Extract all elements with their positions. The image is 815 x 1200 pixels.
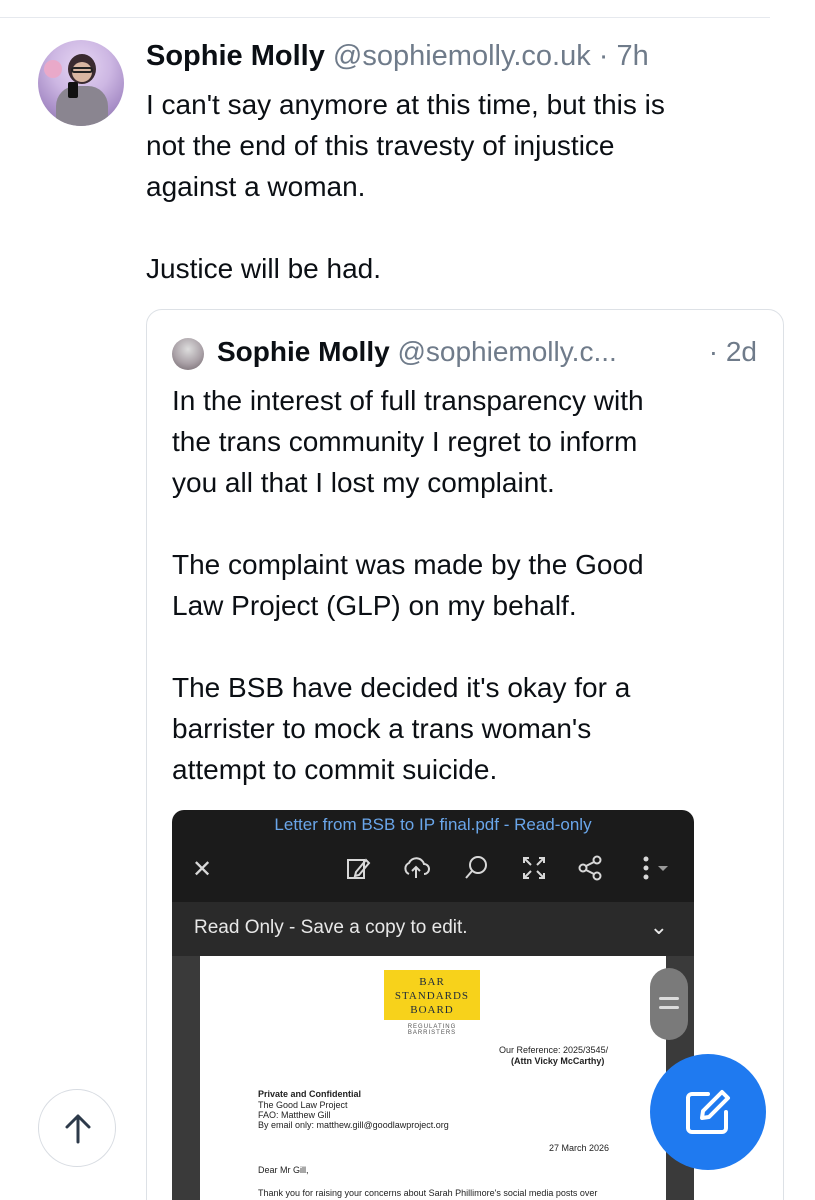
- arrow-up-icon: [65, 1114, 91, 1144]
- separator-dot: ·: [598, 40, 609, 72]
- pen-edit-icon: [342, 854, 374, 886]
- post-text-line: against a woman.: [146, 171, 366, 202]
- readonly-banner: Read Only - Save a copy to edit. ⌄: [172, 902, 694, 956]
- letter-body: Thank you for raising your concerns abou…: [258, 1188, 598, 1198]
- bsb-tagline: REGULATING BARRISTERS: [407, 1024, 457, 1036]
- author-handle[interactable]: @sophiemolly.co.uk: [333, 40, 591, 72]
- quoted-text-line: you all that I lost my complaint.: [172, 467, 555, 498]
- letter-reference: Our Reference: 2025/3545/: [499, 1045, 609, 1055]
- cloud-upload-icon: [400, 854, 432, 886]
- quoted-post-header: Sophie Molly @sophiemolly.c...: [217, 334, 617, 370]
- letter-private: Private and Confidential: [258, 1089, 362, 1099]
- more-vertical-icon: [634, 854, 674, 886]
- post-text-line: I can't say anymore at this time, but th…: [146, 89, 665, 120]
- divider-gap: [770, 12, 815, 24]
- bsb-logo: BAR STANDARDS BOARD: [384, 970, 480, 1020]
- chevron-down-icon: ⌄: [649, 914, 668, 939]
- quoted-post-text: In the interest of full transparency wit…: [172, 380, 762, 790]
- readonly-banner-text: Read Only - Save a copy to edit.: [194, 917, 468, 938]
- quoted-text-line: barrister to mock a trans woman's: [172, 713, 592, 744]
- letter-attn: (Attn Vicky McCarthy): [511, 1056, 605, 1066]
- quoted-text-line: Law Project (GLP) on my behalf.: [172, 590, 577, 621]
- embedded-image[interactable]: Letter from BSB to IP final.pdf - Read-o…: [172, 810, 694, 1200]
- share-icon: [574, 854, 606, 886]
- quoted-text-line: In the interest of full transparency wit…: [172, 385, 644, 416]
- scroll-handle: [650, 968, 688, 1040]
- compose-icon: [686, 1090, 730, 1134]
- author-name[interactable]: Sophie Molly: [146, 40, 325, 72]
- pdf-file-title: Letter from BSB to IP final.pdf - Read-o…: [274, 815, 592, 834]
- letter-date: 27 March 2026: [549, 1143, 610, 1153]
- letter-page: BAR STANDARDS BOARD REGULATING BARRISTER…: [200, 956, 666, 1200]
- post-text-line: not the end of this travesty of injustic…: [146, 130, 615, 161]
- top-divider: [0, 17, 815, 18]
- quoted-author-name: Sophie Molly: [217, 336, 390, 367]
- quoted-post-timestamp: · 2d: [708, 336, 757, 367]
- author-avatar[interactable]: [38, 40, 124, 126]
- letter-address: By email only: matthew.gill@goodlawproje…: [258, 1120, 449, 1130]
- close-icon: ✕: [191, 856, 213, 883]
- post-text-line: Justice will be had.: [146, 253, 382, 284]
- quoted-text-line: The complaint was made by the Good: [172, 549, 644, 580]
- letter-salutation: Dear Mr Gill,: [258, 1165, 309, 1175]
- pdf-toolbar: ✕: [172, 840, 694, 900]
- post-text: I can't say anymore at this time, but th…: [146, 84, 786, 289]
- search-icon: [460, 854, 492, 886]
- quoted-text-line: attempt to commit suicide.: [172, 754, 498, 785]
- post-timestamp[interactable]: 7h: [617, 40, 649, 72]
- quoted-author-handle: @sophiemolly.c...: [397, 336, 617, 367]
- quoted-author-avatar: [172, 338, 204, 370]
- scroll-to-top-button[interactable]: [38, 1089, 116, 1167]
- compose-button[interactable]: [650, 1054, 766, 1170]
- expand-icon: [518, 854, 550, 886]
- post-header: Sophie Molly @sophiemolly.co.uk · 7h: [146, 38, 649, 74]
- quoted-text-line: the trans community I regret to inform: [172, 426, 638, 457]
- quoted-text-line: The BSB have decided it's okay for a: [172, 672, 631, 703]
